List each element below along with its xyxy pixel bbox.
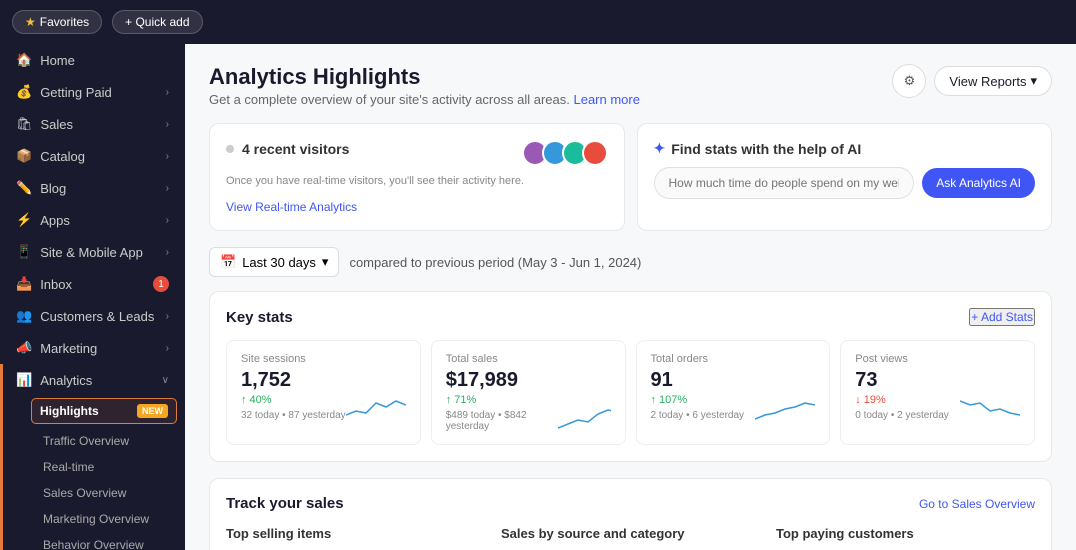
- chevron-right-icon: ›: [166, 87, 169, 98]
- sidebar-item-getting-paid[interactable]: 💰Getting Paid ›: [0, 76, 185, 108]
- avatar: [582, 140, 608, 166]
- page-header: Analytics Highlights Get a complete over…: [209, 64, 1052, 107]
- track-grid: Top selling items 12 items sold ↑ 141% $…: [226, 526, 1035, 550]
- key-stats-section: Key stats + Add Stats Site sessions 1,75…: [209, 291, 1052, 462]
- add-stats-button[interactable]: + Add Stats: [969, 308, 1035, 326]
- sidebar-item-sales[interactable]: 🛍Sales ›: [0, 108, 185, 140]
- analytics-section: 📊Analytics ∨ Highlights NEW Traffic Over…: [0, 364, 185, 550]
- sidebar-item-marketing[interactable]: 📣Marketing ›: [0, 332, 185, 364]
- sidebar-item-blog[interactable]: ✏️Blog ›: [0, 172, 185, 204]
- visitors-title: 4 recent visitors: [242, 141, 349, 157]
- ai-card-header: ✦ Find stats with the help of AI: [654, 140, 1036, 157]
- gear-icon: ⚙: [904, 73, 916, 89]
- chevron-right-icon: ›: [166, 151, 169, 162]
- sparkline-icon: [755, 393, 815, 421]
- sidebar-sub-item-marketing-overview[interactable]: Marketing Overview: [43, 506, 185, 532]
- stat-item-sessions: Site sessions 1,752 ↑ 40% 32 today • 87 …: [226, 340, 421, 445]
- inbox-badge: 1: [153, 276, 169, 292]
- main-content: Analytics Highlights Get a complete over…: [185, 0, 1076, 550]
- date-range-selector[interactable]: 📅 Last 30 days ▾: [209, 247, 339, 277]
- chevron-right-icon: ›: [166, 247, 169, 258]
- star-icon: ★: [25, 15, 36, 29]
- filter-row: 📅 Last 30 days ▾ compared to previous pe…: [209, 247, 1052, 277]
- quick-add-button[interactable]: + Quick add: [112, 10, 202, 34]
- track-sales-title: Track your sales: [226, 495, 344, 512]
- sidebar: 🏠Home 💰Getting Paid › 🛍Sales › 📦Catalog …: [0, 0, 185, 550]
- analytics-sub-menu: Traffic Overview Real-time Sales Overvie…: [3, 428, 185, 550]
- calendar-icon: 📅: [220, 254, 236, 270]
- go-to-sales-link[interactable]: Go to Sales Overview: [919, 497, 1035, 511]
- sidebar-sub-item-real-time[interactable]: Real-time: [43, 454, 185, 480]
- view-reports-button[interactable]: View Reports ▾: [934, 66, 1052, 96]
- view-realtime-link[interactable]: View Real-time Analytics: [226, 200, 357, 214]
- sidebar-sub-item-traffic-overview[interactable]: Traffic Overview: [43, 428, 185, 454]
- page-subtitle: Get a complete overview of your site's a…: [209, 92, 640, 107]
- sidebar-sub-item-highlights[interactable]: Highlights NEW: [31, 398, 177, 424]
- ai-sparkle-icon: ✦: [654, 140, 666, 157]
- settings-button[interactable]: ⚙: [892, 64, 926, 98]
- chevron-right-icon: ›: [166, 119, 169, 130]
- sparkline-icon: [960, 393, 1020, 421]
- sparkline-icon: [558, 404, 611, 432]
- chevron-down-icon: ∨: [162, 375, 169, 386]
- sidebar-item-catalog[interactable]: 📦Catalog ›: [0, 140, 185, 172]
- header-actions: ⚙ View Reports ▾: [892, 64, 1052, 98]
- chevron-right-icon: ›: [166, 311, 169, 322]
- track-sales-section: Track your sales Go to Sales Overview To…: [209, 478, 1052, 550]
- sidebar-sub-item-sales-overview[interactable]: Sales Overview: [43, 480, 185, 506]
- sidebar-item-customers-leads[interactable]: 👥Customers & Leads ›: [0, 300, 185, 332]
- comparison-label: compared to previous period (May 3 - Jun…: [349, 255, 641, 270]
- ai-card: ✦ Find stats with the help of AI Ask Ana…: [637, 123, 1053, 231]
- visitors-card: 4 recent visitors Once you have real-tim…: [209, 123, 625, 231]
- top-customers-col: Top paying customers 2 orders $668 ›: [776, 526, 1035, 550]
- top-selling-items-col: Top selling items 12 items sold ↑ 141% $…: [226, 526, 485, 550]
- sidebar-item-apps[interactable]: ⚡Apps ›: [0, 204, 185, 236]
- learn-more-link[interactable]: Learn more: [573, 92, 639, 107]
- stat-item-sales: Total sales $17,989 ↑ 71% $489 today • $…: [431, 340, 626, 445]
- chevron-right-icon: ›: [166, 183, 169, 194]
- avatar-group: [522, 140, 608, 166]
- top-cards-row: 4 recent visitors Once you have real-tim…: [209, 123, 1052, 231]
- stat-item-post-views: Post views 73 ↓ 19% 0 today • 2 yesterda…: [840, 340, 1035, 445]
- chevron-right-icon: ›: [166, 215, 169, 226]
- key-stats-title: Key stats: [226, 309, 293, 326]
- sales-by-source-col: Sales by source and category Facebook (P…: [501, 526, 760, 550]
- visitors-description: Once you have real-time visitors, you'll…: [226, 174, 608, 189]
- page-title: Analytics Highlights: [209, 64, 640, 90]
- status-dot: [226, 145, 234, 153]
- stat-item-orders: Total orders 91 ↑ 107% 2 today • 6 yeste…: [636, 340, 831, 445]
- sidebar-item-site-mobile[interactable]: 📱Site & Mobile App ›: [0, 236, 185, 268]
- ai-query-input[interactable]: [654, 167, 915, 199]
- topbar: ★ Favorites + Quick add: [0, 0, 1076, 44]
- chevron-down-icon: ▾: [1030, 73, 1037, 89]
- sidebar-item-home[interactable]: 🏠Home: [0, 44, 185, 76]
- chevron-right-icon: ›: [166, 343, 169, 354]
- sidebar-sub-item-behavior-overview[interactable]: Behavior Overview: [43, 532, 185, 550]
- chevron-down-icon: ▾: [322, 254, 329, 270]
- ask-ai-button[interactable]: Ask Analytics AI: [922, 168, 1035, 198]
- favorites-button[interactable]: ★ Favorites: [12, 10, 102, 34]
- sidebar-item-analytics[interactable]: 📊Analytics ∨: [3, 364, 185, 396]
- sidebar-item-inbox[interactable]: 📥Inbox 1: [0, 268, 185, 300]
- sparkline-icon: [346, 393, 406, 421]
- ai-search-row: Ask Analytics AI: [654, 167, 1036, 199]
- stats-grid: Site sessions 1,752 ↑ 40% 32 today • 87 …: [226, 340, 1035, 445]
- new-badge: NEW: [137, 404, 168, 418]
